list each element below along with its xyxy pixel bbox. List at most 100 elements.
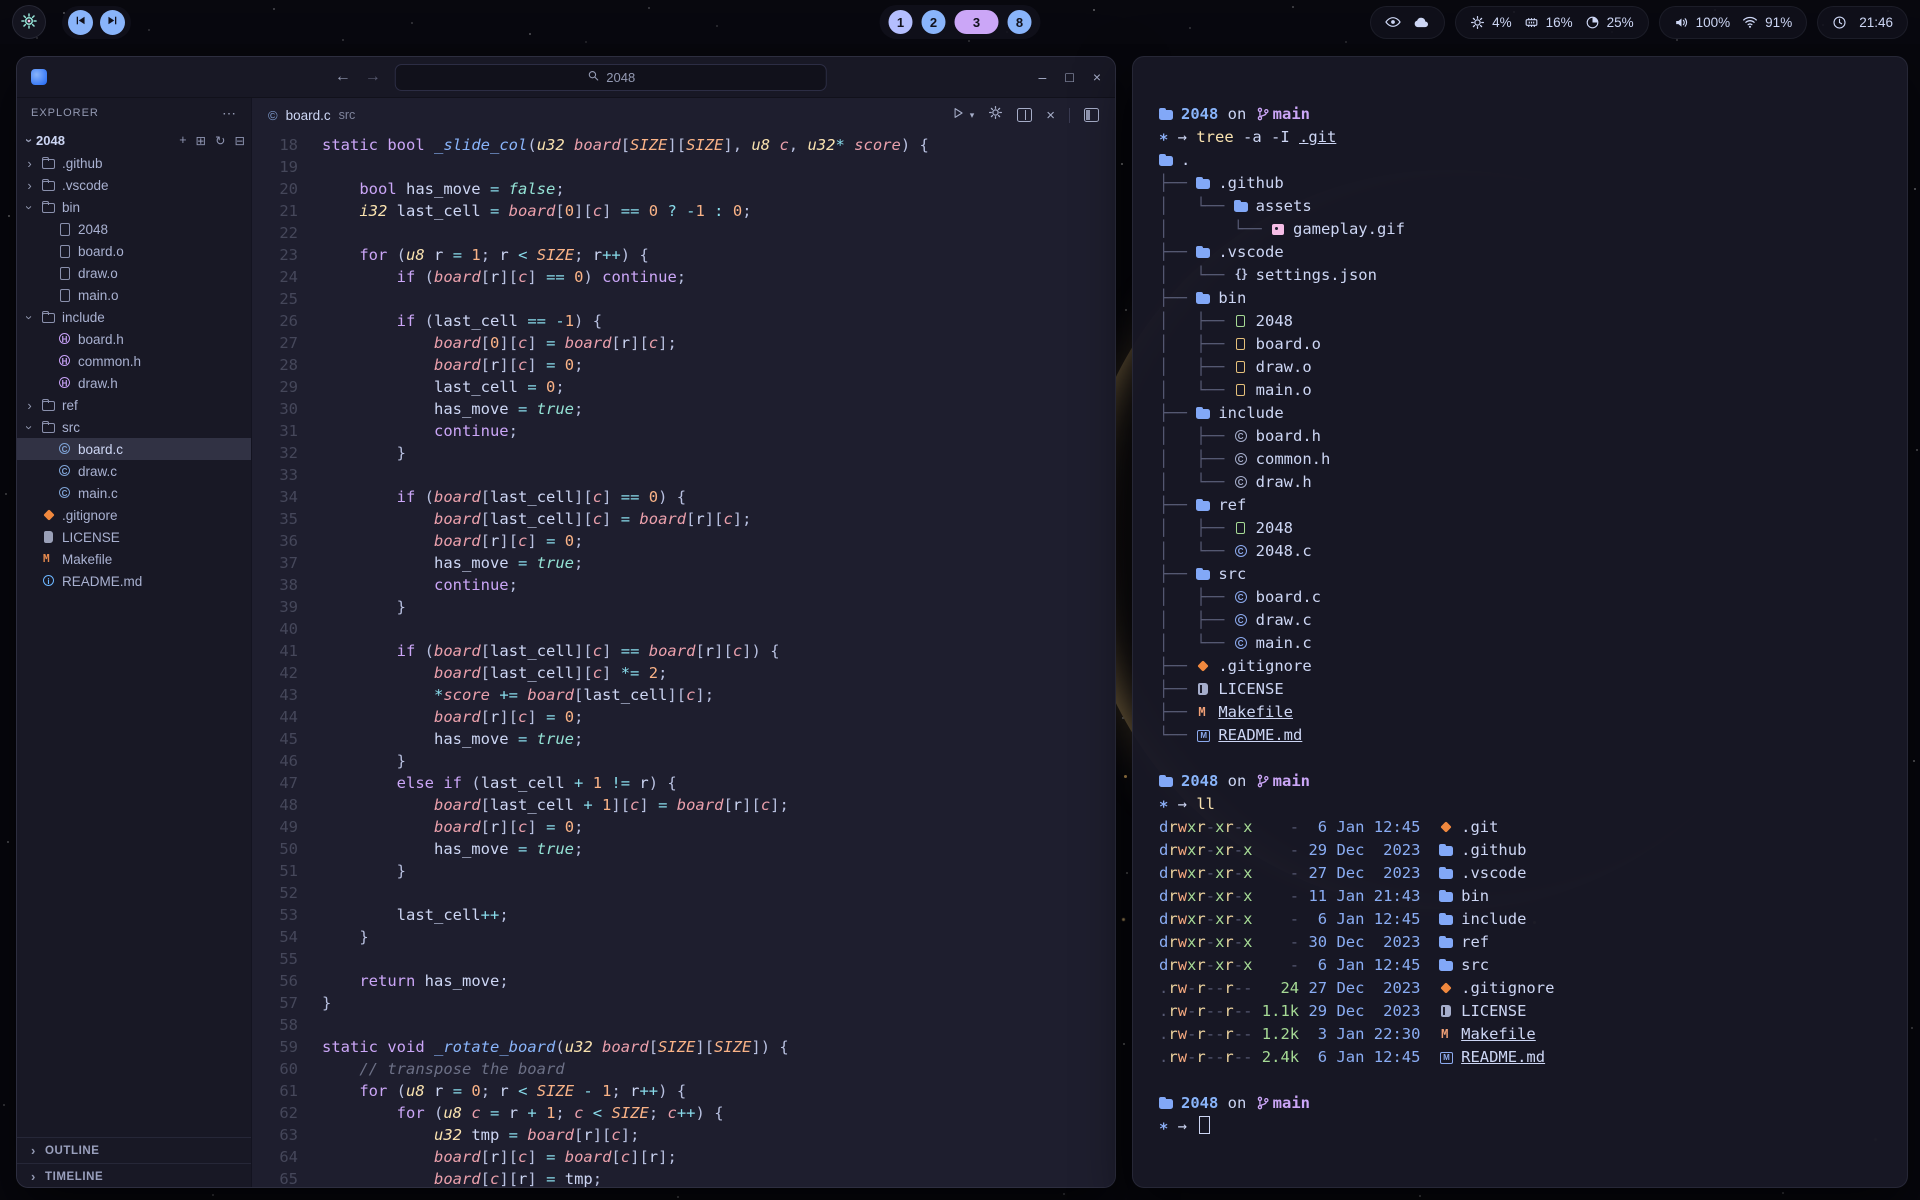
explorer-item-Makefile[interactable]: ›Makefile <box>17 548 251 570</box>
layout-toggle-icon[interactable] <box>1084 108 1099 122</box>
line-number: 33 <box>252 464 322 486</box>
terminal-window[interactable]: 2048 on main∗ → tree -a -I .git.├── .git… <box>1132 56 1908 1188</box>
license-icon <box>41 530 57 544</box>
terminal-tree-line: │ └── main.c <box>1159 632 1887 655</box>
code-line: 65 board[c][r] = tmp; <box>252 1168 1115 1188</box>
explorer-item-.vscode[interactable]: ›.vscode <box>17 174 251 196</box>
maximize-button[interactable]: □ <box>1065 69 1073 85</box>
code-line: 44 board[r][c] = 0; <box>252 706 1115 728</box>
run-button[interactable] <box>951 106 965 125</box>
explorer-item-README.md[interactable]: ›README.md <box>17 570 251 592</box>
command-center-search[interactable]: 2048 <box>395 64 827 91</box>
book-icon <box>1439 1005 1454 1018</box>
explorer-item-LICENSE[interactable]: ›LICENSE <box>17 526 251 548</box>
audio-network-widget[interactable]: 100% 91% <box>1659 6 1808 39</box>
code-line: 30 has_move = true; <box>252 398 1115 420</box>
root-folder-label: 2048 <box>36 133 65 148</box>
settings-gear-icon[interactable] <box>988 105 1003 125</box>
active-tab[interactable]: © board.c src <box>268 108 355 123</box>
close-window-button[interactable]: × <box>1093 69 1101 85</box>
line-number: 48 <box>252 794 322 816</box>
new-folder-button[interactable]: ⊞ <box>196 133 206 148</box>
editor-column: © board.c src ▾ × 18static bool _slide_c… <box>252 98 1115 1188</box>
refresh-explorer-button[interactable]: ↻ <box>215 133 225 148</box>
split-editor-icon[interactable] <box>1017 108 1032 122</box>
explorer-item-src[interactable]: ›src <box>17 416 251 438</box>
system-stats-widget[interactable]: 4% 16% 25% <box>1455 6 1649 39</box>
panel-timeline[interactable]: ›TIMELINE <box>17 1163 251 1188</box>
skip-previous-icon <box>74 14 87 30</box>
explorer-item-common.h[interactable]: ›common.h <box>17 350 251 372</box>
explorer-item-include[interactable]: ›include <box>17 306 251 328</box>
terminal-tree-line: ├── .gitignore <box>1159 655 1887 678</box>
minimize-button[interactable]: – <box>1039 69 1047 85</box>
file-label: draw.c <box>78 464 117 479</box>
launcher-button[interactable] <box>12 5 46 39</box>
media-next-button[interactable] <box>100 10 125 35</box>
explorer-item-draw.h[interactable]: ›draw.h <box>17 372 251 394</box>
line-number: 19 <box>252 156 322 178</box>
chevron-down-icon[interactable]: › <box>22 421 37 434</box>
workspace-3-active[interactable]: 3 <box>955 10 999 34</box>
code-line: 48 board[last_cell + 1][c] = board[r][c]… <box>252 794 1115 816</box>
workspace-2[interactable]: 2 <box>922 10 946 34</box>
explorer-item-ref[interactable]: ›ref <box>17 394 251 416</box>
explorer-item-2048[interactable]: ›2048 <box>17 218 251 240</box>
weather-widget[interactable] <box>1370 6 1445 39</box>
explorer-item-board.c[interactable]: ›board.c <box>17 438 251 460</box>
chevron-right-icon[interactable]: › <box>23 398 36 413</box>
explorer-item-bin[interactable]: ›bin <box>17 196 251 218</box>
code-line: 26 if (last_cell == -1) { <box>252 310 1115 332</box>
fold-icon <box>1439 913 1454 926</box>
chevron-right-icon[interactable]: › <box>23 178 36 193</box>
explorer-item-main.c[interactable]: ›main.c <box>17 482 251 504</box>
collapse-folders-button[interactable]: ⊟ <box>235 133 245 148</box>
chevron-right-icon[interactable]: › <box>23 156 36 171</box>
disk-icon <box>1585 15 1600 30</box>
explorer-item-draw.c[interactable]: ›draw.c <box>17 460 251 482</box>
chevron-down-icon[interactable]: › <box>22 201 37 214</box>
terminal-blank <box>1159 747 1887 770</box>
fold-icon <box>1159 154 1174 167</box>
memory-value: 16% <box>1546 15 1573 30</box>
explorer-item-draw.o[interactable]: ›draw.o <box>17 262 251 284</box>
line-number: 53 <box>252 904 322 926</box>
line-number: 56 <box>252 970 322 992</box>
explorer-item-board.o[interactable]: ›board.o <box>17 240 251 262</box>
back-icon[interactable]: ← <box>335 68 351 86</box>
explorer-item-.gitignore[interactable]: ›.gitignore <box>17 504 251 526</box>
line-number: 31 <box>252 420 322 442</box>
code-line: 57} <box>252 992 1115 1014</box>
terminal-listing-row: drwxr-xr-x - 27 Dec 2023 .vscode <box>1159 862 1887 885</box>
code-editor[interactable]: 18static bool _slide_col(u32 board[SIZE]… <box>252 132 1115 1188</box>
explorer-root-folder[interactable]: › 2048 + ⊞ ↻ ⊟ <box>17 128 251 152</box>
explorer-item-.github[interactable]: ›.github <box>17 152 251 174</box>
close-editor-icon[interactable]: × <box>1046 107 1055 124</box>
workspace-1[interactable]: 1 <box>889 10 913 34</box>
run-dropdown-icon[interactable]: ▾ <box>970 110 975 121</box>
code-line: 63 u32 tmp = board[r][c]; <box>252 1124 1115 1146</box>
volume-icon <box>1674 15 1689 30</box>
clock-widget[interactable]: 21:46 <box>1817 6 1908 39</box>
line-number: 35 <box>252 508 322 530</box>
panel-outline[interactable]: ›OUTLINE <box>17 1137 251 1163</box>
terminal-listing-row: drwxr-xr-x - 11 Jan 21:43 bin <box>1159 885 1887 908</box>
new-file-button[interactable]: + <box>179 133 186 148</box>
forward-icon[interactable]: → <box>365 68 381 86</box>
chevron-down-icon[interactable]: › <box>22 311 37 324</box>
folder-icon <box>41 200 57 214</box>
workspace-8[interactable]: 8 <box>1008 10 1032 34</box>
code-line: 45 has_move = true; <box>252 728 1115 750</box>
explorer-item-board.h[interactable]: ›board.h <box>17 328 251 350</box>
explorer-item-main.o[interactable]: ›main.o <box>17 284 251 306</box>
disk-value: 25% <box>1607 15 1634 30</box>
clock-icon <box>1832 15 1847 30</box>
git-icon <box>41 508 57 522</box>
more-actions-icon[interactable]: ⋯ <box>222 105 237 122</box>
git-icon <box>1439 821 1454 834</box>
media-controls <box>62 6 131 39</box>
terminal-tree-line: │ └── 2048.c <box>1159 540 1887 563</box>
fold-icon <box>1159 108 1174 121</box>
file-label: draw.h <box>78 376 118 391</box>
media-previous-button[interactable] <box>68 10 93 35</box>
